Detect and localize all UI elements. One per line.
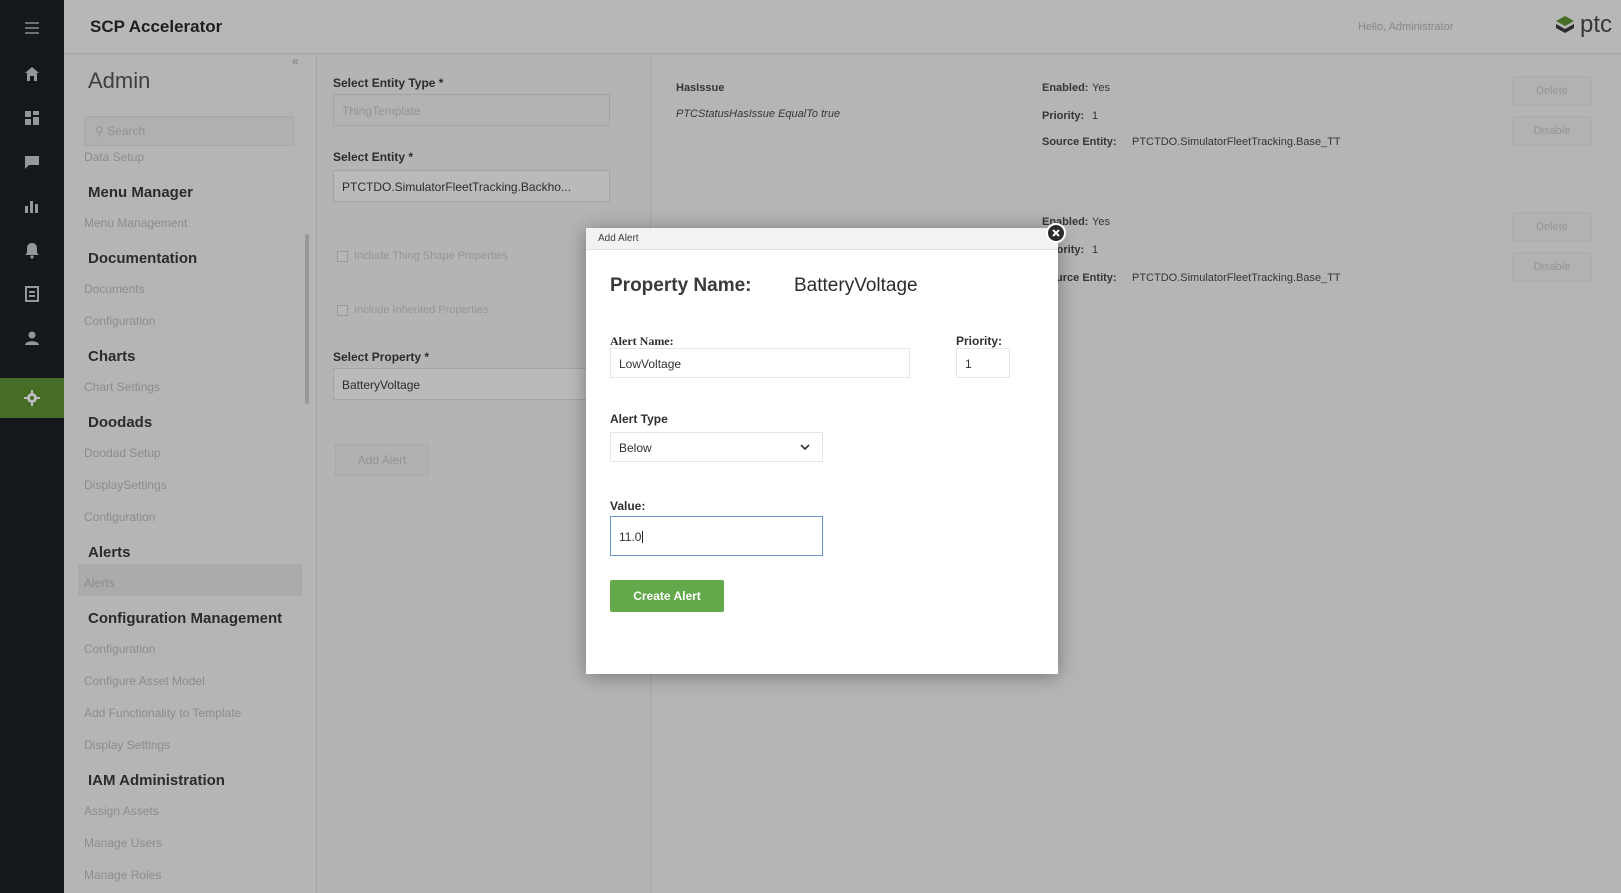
alert-type-value: Below [619,441,652,455]
text-caret [642,531,644,543]
alert-name-input[interactable]: LowVoltage [610,348,910,378]
value-input-text: 11.0 [619,530,642,544]
value-input[interactable]: 11.0 [610,516,823,556]
close-icon[interactable] [1046,223,1066,243]
property-name-label: Property Name: [610,275,752,296]
alert-type-select[interactable]: Below [610,432,823,462]
dialog-title: Add Alert [598,233,639,244]
priority-label: Priority: [956,334,1003,348]
create-alert-button[interactable]: Create Alert [610,580,724,612]
priority-input[interactable]: 1 [956,348,1010,378]
chevron-down-icon [800,444,810,451]
value-label: Value: [610,499,646,513]
alert-type-label: Alert Type [610,412,668,426]
add-alert-dialog: Add Alert Property Name: BatteryVoltage … [586,228,1058,674]
dialog-titlebar: Add Alert [586,228,1058,250]
alert-name-label: Alert Name: [610,334,674,348]
property-name-value: BatteryVoltage [794,275,918,296]
